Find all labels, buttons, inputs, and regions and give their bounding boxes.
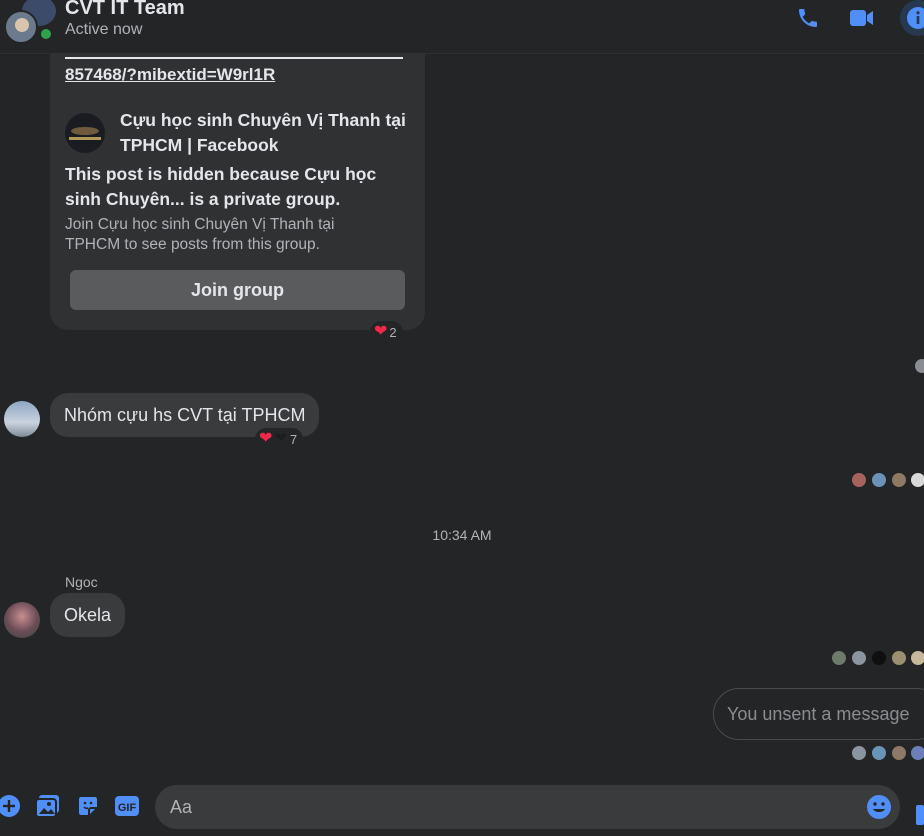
active-status: Active now xyxy=(65,21,143,38)
seen-avatar xyxy=(891,745,907,761)
reaction-badge[interactable]: ❤ ❤ 7 xyxy=(255,428,304,450)
reaction-count: 2 xyxy=(389,324,397,340)
phone-icon[interactable] xyxy=(794,4,822,32)
add-icon[interactable] xyxy=(0,793,22,819)
message-text: Okela xyxy=(64,604,112,625)
seen-avatar xyxy=(851,472,867,488)
seen-avatar xyxy=(891,472,907,488)
like-icon[interactable] xyxy=(916,805,924,825)
seen-avatar xyxy=(851,650,867,666)
reaction-badge[interactable]: ❤ 2 xyxy=(370,321,403,343)
seen-avatar xyxy=(910,650,924,666)
online-status-dot xyxy=(38,26,54,42)
emoji-icon[interactable] xyxy=(866,794,892,820)
heart-icon: ❤ xyxy=(374,323,388,340)
sticker-icon[interactable] xyxy=(75,793,101,819)
sender-avatar[interactable] xyxy=(4,401,40,437)
message-timestamp: 10:34 AM xyxy=(432,527,492,543)
conversation-header: CVT IT Team Active now xyxy=(0,0,924,54)
message-text: Nhóm cựu hs CVT tại TPHCM xyxy=(64,404,306,425)
seen-avatar xyxy=(871,745,887,761)
sender-name: Ngoc xyxy=(65,574,98,590)
svg-text:GIF: GIF xyxy=(118,802,137,814)
seen-avatar xyxy=(851,745,867,761)
hidden-post-notice: This post is hidden because Cựu học sinh… xyxy=(65,164,377,209)
conversation-title[interactable]: CVT IT Team xyxy=(65,0,185,20)
seen-avatar xyxy=(831,650,847,666)
seen-avatar xyxy=(910,472,924,488)
post-link[interactable]: 857468/?mibextid=W9rl1R xyxy=(65,65,275,85)
group-avatar[interactable] xyxy=(4,0,56,44)
black-heart-icon: ❤ xyxy=(274,430,288,447)
gif-icon[interactable]: GIF xyxy=(114,793,140,819)
join-group-button[interactable]: Join group xyxy=(70,270,405,310)
join-info-text: Join Cựu học sinh Chuyên Vị Thanh tại TP… xyxy=(65,216,335,253)
video-camera-icon[interactable] xyxy=(848,4,876,32)
info-icon[interactable] xyxy=(900,0,924,36)
message-input[interactable]: Aa xyxy=(155,785,900,829)
unsent-message-text: You unsent a message xyxy=(727,703,910,724)
seen-avatar xyxy=(891,650,907,666)
group-thumbnail xyxy=(65,113,105,153)
messenger-conversation: CVT IT Team Active now 857468/?mibextid=… xyxy=(0,0,924,836)
reaction-count: 7 xyxy=(289,431,298,447)
message-input-placeholder: Aa xyxy=(170,796,193,817)
shared-post-card[interactable]: 857468/?mibextid=W9rl1R Cựu học sinh Chu… xyxy=(50,40,425,330)
seen-avatar xyxy=(871,472,887,488)
message-composer: GIF Aa xyxy=(0,778,924,836)
seen-avatar xyxy=(910,745,924,761)
message-bubble[interactable]: Okela xyxy=(50,593,126,637)
group-name[interactable]: Cựu học sinh Chuyên Vị Thanh tại TPHCM |… xyxy=(120,108,410,158)
unsent-message-bubble[interactable]: You unsent a message xyxy=(713,688,924,740)
photo-icon[interactable] xyxy=(35,793,61,819)
seen-avatar xyxy=(871,650,887,666)
sender-avatar[interactable] xyxy=(4,602,40,638)
heart-icon: ❤ xyxy=(259,430,273,447)
seen-avatar xyxy=(914,358,924,374)
